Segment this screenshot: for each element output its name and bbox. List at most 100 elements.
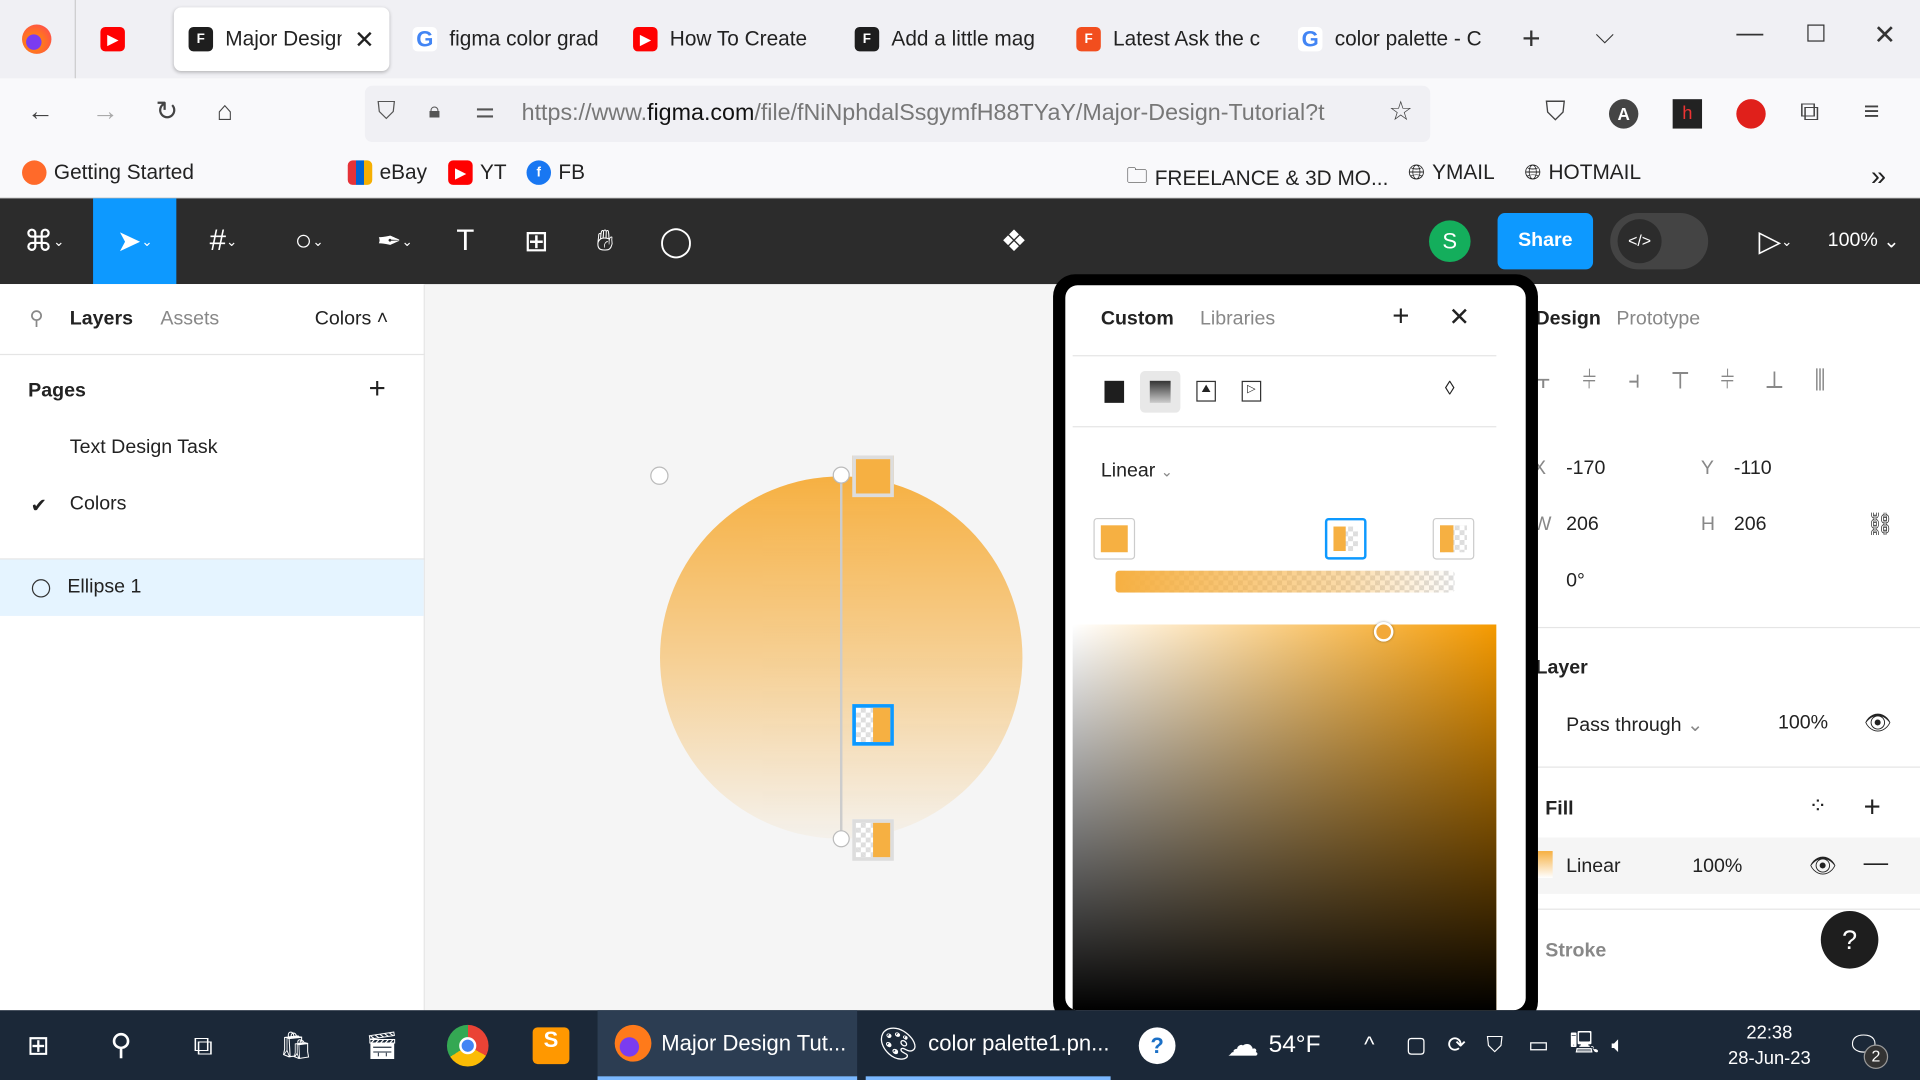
move-tool[interactable]: ➤ ⌄ <box>93 198 177 285</box>
layer-item[interactable]: Ellipse 1 <box>0 559 424 616</box>
bookmark-ebay[interactable]: eBay <box>347 160 427 185</box>
tab-figma-2[interactable]: F Add a little mag <box>840 7 1048 71</box>
page-item[interactable]: Text Design Task <box>70 437 218 459</box>
security-icon[interactable]: ⛉ <box>1487 1010 1504 1080</box>
tab-google-2[interactable]: Gcolor palette - C <box>1283 7 1491 71</box>
eyedropper-icon[interactable]: ◊ <box>1445 378 1455 400</box>
search-icon[interactable]: ⚲ <box>29 306 43 330</box>
bookmark-folder-freelance[interactable]: 🗀 FREELANCE & 3D MO... <box>1127 160 1389 196</box>
store-icon[interactable]: 🛍︎ <box>279 1010 313 1080</box>
help-button[interactable]: ? <box>1820 911 1879 969</box>
bookmark-yt[interactable]: ▶ YT <box>448 160 507 185</box>
back-icon[interactable]: ← <box>27 96 54 128</box>
bookmark-star-icon[interactable]: ☆ <box>1389 96 1413 128</box>
text-tool-icon[interactable]: T <box>443 198 487 284</box>
gradient-stop-1[interactable] <box>1093 517 1136 560</box>
tab-figma-3[interactable]: F Latest Ask the c <box>1062 7 1270 71</box>
pen-tool-icon[interactable]: ✒ ⌄ <box>361 198 428 284</box>
saturation-brightness-area[interactable] <box>1072 624 1497 1011</box>
sublime-icon[interactable]: S <box>532 1010 570 1080</box>
gradient-stop-3[interactable] <box>1432 517 1475 560</box>
pocket-icon[interactable]: ⛉ <box>1545 96 1565 128</box>
battery-icon[interactable]: ▭ <box>1528 1010 1549 1080</box>
tab-list-chevron-icon[interactable]: ⌵ <box>1596 22 1615 50</box>
resources-icon[interactable]: ⊞ <box>514 198 558 284</box>
meet-icon[interactable]: ▢ <box>1406 1010 1427 1080</box>
remove-fill-icon[interactable]: — <box>1864 850 1888 878</box>
add-page-icon[interactable]: + <box>369 372 386 406</box>
add-style-icon[interactable]: + <box>1392 300 1409 334</box>
sync-icon[interactable]: ⟳ <box>1447 1010 1465 1080</box>
account-icon[interactable]: A <box>1608 99 1639 129</box>
hand-tool-icon[interactable]: ✋︎ <box>583 198 627 284</box>
tab-google[interactable]: Gfigma color grad <box>398 7 606 71</box>
tab-design[interactable]: Design <box>1536 309 1601 331</box>
menu-icon[interactable]: ≡ <box>1864 96 1880 128</box>
fill-swatch[interactable] <box>1537 851 1553 878</box>
gradient-bar[interactable] <box>1115 570 1455 593</box>
network-icon[interactable]: 🖳︎ <box>1570 1010 1599 1080</box>
extensions-icon[interactable]: ⧉ <box>1800 96 1819 128</box>
w-input[interactable]: 206 <box>1566 514 1599 536</box>
canvas-stop-2[interactable] <box>852 704 894 746</box>
gradient-end-handle[interactable] <box>832 830 850 848</box>
video-fill-icon[interactable]: ▷ <box>1241 380 1262 402</box>
tab-youtube-2[interactable]: ▶ How To Create <box>618 7 826 71</box>
fill-type[interactable]: Linear <box>1566 856 1620 878</box>
image-fill-icon[interactable]: ⛰ <box>1196 380 1216 402</box>
tab-layers[interactable]: Layers <box>70 309 133 331</box>
alignment-icons[interactable]: ⫟⫩⫞⊤⫩⊥⫼ <box>1536 367 1858 395</box>
clock[interactable]: 22:38 28-Jun-23 <box>1714 1010 1824 1080</box>
firefox-icon[interactable] <box>22 24 52 54</box>
share-button[interactable]: Share <box>1497 213 1594 270</box>
taskbar-app-firefox[interactable]: Major Design Tut... <box>597 1010 858 1080</box>
bookmark-ymail[interactable]: 🌐︎ YMAIL <box>1408 160 1494 184</box>
gradient-fill-button[interactable] <box>1140 371 1181 413</box>
bookmark-fb[interactable]: f FB <box>526 160 585 185</box>
gradient-type-dropdown[interactable]: Linear ⌄ <box>1101 460 1173 482</box>
gradient-width-handle[interactable] <box>650 466 669 485</box>
search-icon[interactable]: ⚲ <box>110 1010 132 1080</box>
color-picker-handle[interactable] <box>1373 622 1394 642</box>
eye-icon[interactable]: 👁︎ <box>1864 710 1892 736</box>
page-item-active[interactable]: Colors <box>70 493 127 515</box>
solid-fill-icon[interactable] <box>1104 380 1125 403</box>
task-view-icon[interactable]: ⧉ <box>193 1010 212 1080</box>
notifications-icon[interactable]: 🗨︎ 2 <box>1847 1010 1889 1080</box>
weather-widget[interactable]: ☁ 54°F <box>1227 1010 1321 1080</box>
close-window-icon[interactable]: ✕ <box>1873 20 1896 52</box>
home-icon[interactable]: ⌂ <box>217 96 233 128</box>
ellipse-tool-icon[interactable]: ○ ⌄ <box>276 198 343 284</box>
chrome-icon[interactable] <box>446 1010 489 1080</box>
reload-icon[interactable]: ↻ <box>156 96 179 128</box>
frame-tool-icon[interactable]: # ⌄ <box>190 198 257 284</box>
url-bar[interactable]: ⛉ 🔒︎ ⚌ https://www.figma.com/file/fNiNph… <box>364 85 1431 143</box>
present-icon[interactable]: ▷ ⌄ <box>1745 198 1806 284</box>
video-editor-icon[interactable]: 🎬︎ <box>365 1010 399 1080</box>
page-dropdown[interactable]: Colors ˄ <box>315 309 389 331</box>
styles-icon[interactable]: ⁘ <box>1809 793 1827 819</box>
close-tab-icon[interactable]: ✕ <box>354 24 375 55</box>
x-input[interactable]: -170 <box>1566 458 1605 480</box>
bookmark-getting-started[interactable]: Getting Started <box>22 160 194 185</box>
close-icon[interactable]: ✕ <box>1449 302 1471 333</box>
restore-icon[interactable] <box>1807 24 1825 42</box>
y-input[interactable]: -110 <box>1734 458 1772 480</box>
lock-icon[interactable]: 🔒︎ <box>429 98 441 124</box>
adblock-icon[interactable] <box>1736 99 1766 129</box>
forward-icon[interactable]: → <box>92 96 119 128</box>
add-fill-icon[interactable]: + <box>1864 791 1881 825</box>
h-input[interactable]: 206 <box>1734 514 1767 536</box>
help-icon[interactable]: ? <box>1138 1010 1176 1080</box>
shield-icon[interactable]: ⛉ <box>377 98 395 126</box>
volume-icon[interactable]: 🔈︎ <box>1611 1010 1624 1080</box>
canvas-stop-3[interactable] <box>852 819 894 861</box>
zoom-dropdown[interactable]: 100% ⌄ <box>1824 198 1902 284</box>
more-bookmarks-icon[interactable]: » <box>1871 160 1886 192</box>
constrain-proportions-icon[interactable]: ⛓ <box>1866 512 1894 538</box>
comment-tool-icon[interactable]: ◯ <box>654 198 698 284</box>
eye-icon[interactable]: 👁︎ <box>1809 853 1837 879</box>
tab-assets[interactable]: Assets <box>160 309 219 331</box>
tab-prototype[interactable]: Prototype <box>1616 309 1700 331</box>
permissions-icon[interactable]: ⚌ <box>475 98 495 124</box>
